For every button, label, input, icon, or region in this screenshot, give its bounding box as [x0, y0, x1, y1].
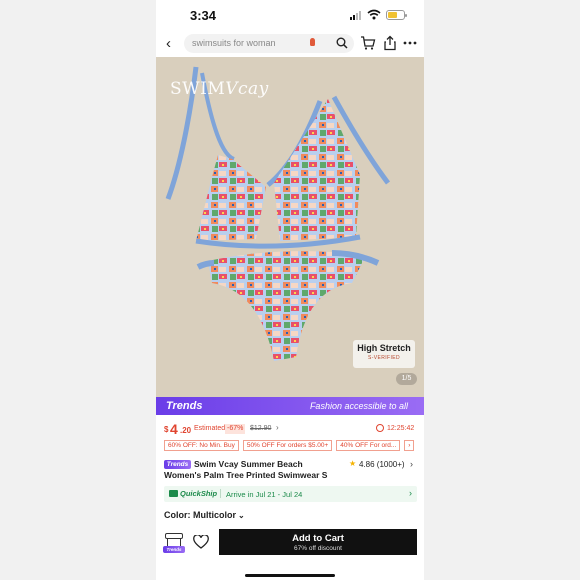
- color-label: Color: Multicolor: [164, 510, 236, 520]
- search-placeholder: swimsuits for woman: [192, 38, 276, 48]
- right-backdrop: [424, 0, 580, 580]
- heart-icon[interactable]: [193, 535, 209, 549]
- add-to-cart-sub: 67% off discount: [294, 545, 342, 552]
- discount-badge: -67%: [225, 424, 246, 434]
- store-trends-badge: Trends: [163, 546, 185, 553]
- add-to-cart-label: Add to Cart: [292, 533, 344, 544]
- left-backdrop: [0, 0, 156, 580]
- flame-icon: [310, 38, 315, 46]
- estimated-label: Estimated: [194, 425, 226, 432]
- countdown-timer: 12:25:42: [387, 425, 415, 432]
- shipping-chevron[interactable]: ›: [409, 488, 412, 498]
- quickship-label: QuickShip: [180, 489, 218, 498]
- price-decimal: .20: [180, 426, 192, 435]
- reviews-chevron[interactable]: ›: [410, 459, 413, 469]
- price-currency: $: [164, 425, 169, 434]
- phone-screen: 3:34 ‹ swimsuits for woman SWIMVcay High…: [156, 0, 424, 580]
- coupon-chip[interactable]: 40% OFF For ord...: [336, 440, 401, 451]
- store-button[interactable]: Trends: [163, 532, 185, 553]
- trends-tagline: Fashion accessible to all: [309, 401, 408, 411]
- share-icon[interactable]: [382, 35, 398, 51]
- trends-logo: Trends: [166, 400, 203, 412]
- home-indicator: [245, 574, 335, 577]
- back-button[interactable]: ‹: [166, 36, 180, 52]
- coupon-strip[interactable]: 60% OFF: No Min. Buy 50% OFF For orders $…: [164, 440, 418, 452]
- search-icon[interactable]: [336, 37, 348, 49]
- search-toolbar: ‹ swimsuits for woman: [156, 32, 424, 56]
- cart-icon[interactable]: [360, 35, 376, 51]
- more-icon[interactable]: [402, 35, 418, 51]
- color-selector[interactable]: Color: Multicolor ⌄: [164, 510, 245, 520]
- battery-icon: [386, 10, 407, 20]
- product-rating[interactable]: 4.86 (1000+): [359, 460, 405, 469]
- product-title-line2: Women's Palm Tree Printed Swimwear S: [164, 470, 328, 480]
- search-input[interactable]: swimsuits for woman: [184, 34, 354, 53]
- star-icon: ★: [349, 459, 357, 468]
- chevron-down-icon: ⌄: [238, 511, 245, 520]
- brand-watermark: SWIMVcay: [170, 79, 269, 99]
- divider: [220, 489, 221, 498]
- product-title-line1: Swim Vcay Summer Beach: [194, 459, 303, 469]
- arrival-date: Arrive in Jul 21 - Jul 24: [226, 490, 303, 499]
- high-stretch-badge: High Stretch S-VERIFIED: [353, 340, 415, 368]
- truck-icon: [169, 490, 178, 497]
- price-integer: 4: [170, 421, 178, 437]
- trends-banner[interactable]: Trends Fashion accessible to all: [156, 397, 424, 415]
- bottom-action-bar: Trends Add to Cart 67% off discount: [156, 527, 424, 580]
- coupon-more-chevron[interactable]: ›: [404, 440, 415, 451]
- status-time: 3:34: [190, 8, 217, 23]
- quickship-banner[interactable]: QuickShip Arrive in Jul 21 - Jul 24 ›: [164, 486, 417, 502]
- product-title-row: Trends Swim Vcay Summer Beach Women's Pa…: [164, 459, 418, 484]
- wifi-icon: [367, 9, 381, 20]
- image-pager: 1/5: [396, 373, 417, 385]
- cellular-signal-icon: [350, 11, 361, 20]
- add-to-cart-button[interactable]: Add to Cart 67% off discount: [219, 529, 417, 555]
- clock-icon: [376, 424, 384, 432]
- trends-badge: Trends: [164, 460, 191, 469]
- status-bar: 3:34: [156, 0, 424, 32]
- coupon-chip[interactable]: 60% OFF: No Min. Buy: [164, 440, 239, 451]
- coupon-chip[interactable]: 50% OFF For orders $5.00+: [242, 440, 333, 451]
- price-details-chevron[interactable]: ›: [276, 423, 279, 432]
- price-row: $ 4 .20 Estimated -67% $12.90 › 12:25:42: [164, 421, 418, 437]
- product-image[interactable]: SWIMVcay High Stretch S-VERIFIED 1/5: [156, 57, 424, 397]
- original-price: $12.90: [250, 425, 272, 432]
